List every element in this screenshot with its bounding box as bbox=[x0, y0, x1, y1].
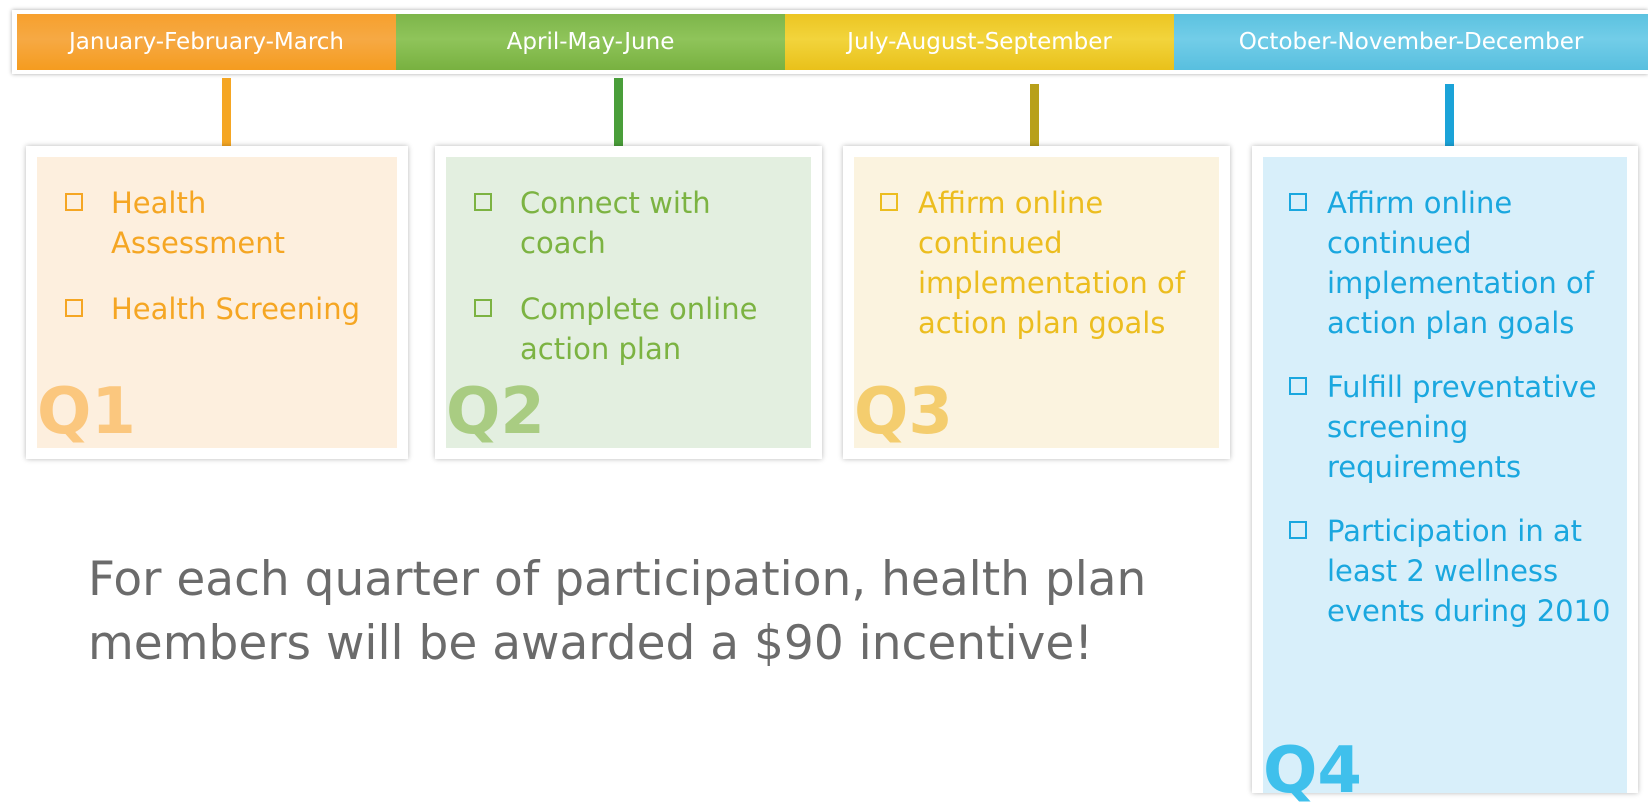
task-text: Fulfill preventative screening requireme… bbox=[1327, 370, 1597, 484]
task-text: Complete online action plan bbox=[520, 292, 758, 366]
connector-line-q2 bbox=[614, 78, 623, 146]
task-list-q3: Affirm online continued implementation o… bbox=[880, 183, 1207, 369]
quarter-panel-q2: Connect with coach Complete online actio… bbox=[446, 157, 811, 448]
task-item: Health Assessment bbox=[65, 183, 385, 263]
task-item: Fulfill preventative screening requireme… bbox=[1289, 367, 1615, 487]
connector-line-q4 bbox=[1445, 84, 1454, 146]
quarter-label-q2: Q2 bbox=[446, 375, 545, 449]
task-text: Participation in at least 2 wellness eve… bbox=[1327, 514, 1611, 628]
empty-checkbox-icon bbox=[1289, 521, 1307, 539]
task-item: Health Screening bbox=[65, 289, 385, 329]
empty-checkbox-icon bbox=[880, 193, 898, 211]
task-list-q1: Health Assessment Health Screening bbox=[65, 183, 385, 355]
connector-line-q3 bbox=[1030, 84, 1039, 146]
quarter-label-q1: Q1 bbox=[37, 375, 136, 449]
empty-checkbox-icon bbox=[1289, 377, 1307, 395]
empty-checkbox-icon bbox=[65, 193, 83, 211]
task-item: Affirm online continued implementation o… bbox=[1289, 183, 1615, 343]
incentive-message: For each quarter of participation, healt… bbox=[88, 552, 1147, 671]
task-text: Health Screening bbox=[111, 292, 360, 326]
task-list-q2: Connect with coach Complete online actio… bbox=[474, 183, 799, 395]
header-segment-q2: April-May-June bbox=[396, 14, 785, 70]
empty-checkbox-icon bbox=[65, 299, 83, 317]
task-text: Health Assessment bbox=[111, 186, 285, 260]
task-text: Affirm online continued implementation o… bbox=[1327, 186, 1594, 340]
empty-checkbox-icon bbox=[474, 299, 492, 317]
task-text: Connect with coach bbox=[520, 186, 711, 260]
quarter-label-q3: Q3 bbox=[854, 375, 953, 449]
empty-checkbox-icon bbox=[1289, 193, 1307, 211]
header-segment-q1: January-February-March bbox=[17, 14, 396, 70]
header-segment-q4: October-November-December bbox=[1174, 14, 1648, 70]
task-text: Affirm online continued implementation o… bbox=[918, 186, 1185, 340]
header-segment-q3: July-August-September bbox=[785, 14, 1174, 70]
task-item: Connect with coach bbox=[474, 183, 799, 263]
quarter-panel-q4: Affirm online continued implementation o… bbox=[1263, 157, 1627, 803]
quarter-card-q1: Health Assessment Health Screening Q1 bbox=[26, 146, 408, 459]
quarter-panel-q1: Health Assessment Health Screening Q1 bbox=[37, 157, 397, 448]
quarter-label-q4: Q4 bbox=[1263, 734, 1362, 808]
connector-line-q1 bbox=[222, 78, 231, 146]
quarter-card-q3: Affirm online continued implementation o… bbox=[843, 146, 1230, 459]
task-item: Affirm online continued implementation o… bbox=[880, 183, 1207, 343]
task-item: Complete online action plan bbox=[474, 289, 799, 369]
quarter-card-q2: Connect with coach Complete online actio… bbox=[435, 146, 822, 459]
quarter-header-bar: January-February-March April-May-June Ju… bbox=[12, 10, 1648, 74]
task-list-q4: Affirm online continued implementation o… bbox=[1289, 183, 1615, 655]
task-item: Participation in at least 2 wellness eve… bbox=[1289, 511, 1615, 631]
empty-checkbox-icon bbox=[474, 193, 492, 211]
quarter-panel-q3: Affirm online continued implementation o… bbox=[854, 157, 1219, 448]
quarter-card-q4: Affirm online continued implementation o… bbox=[1252, 146, 1638, 803]
